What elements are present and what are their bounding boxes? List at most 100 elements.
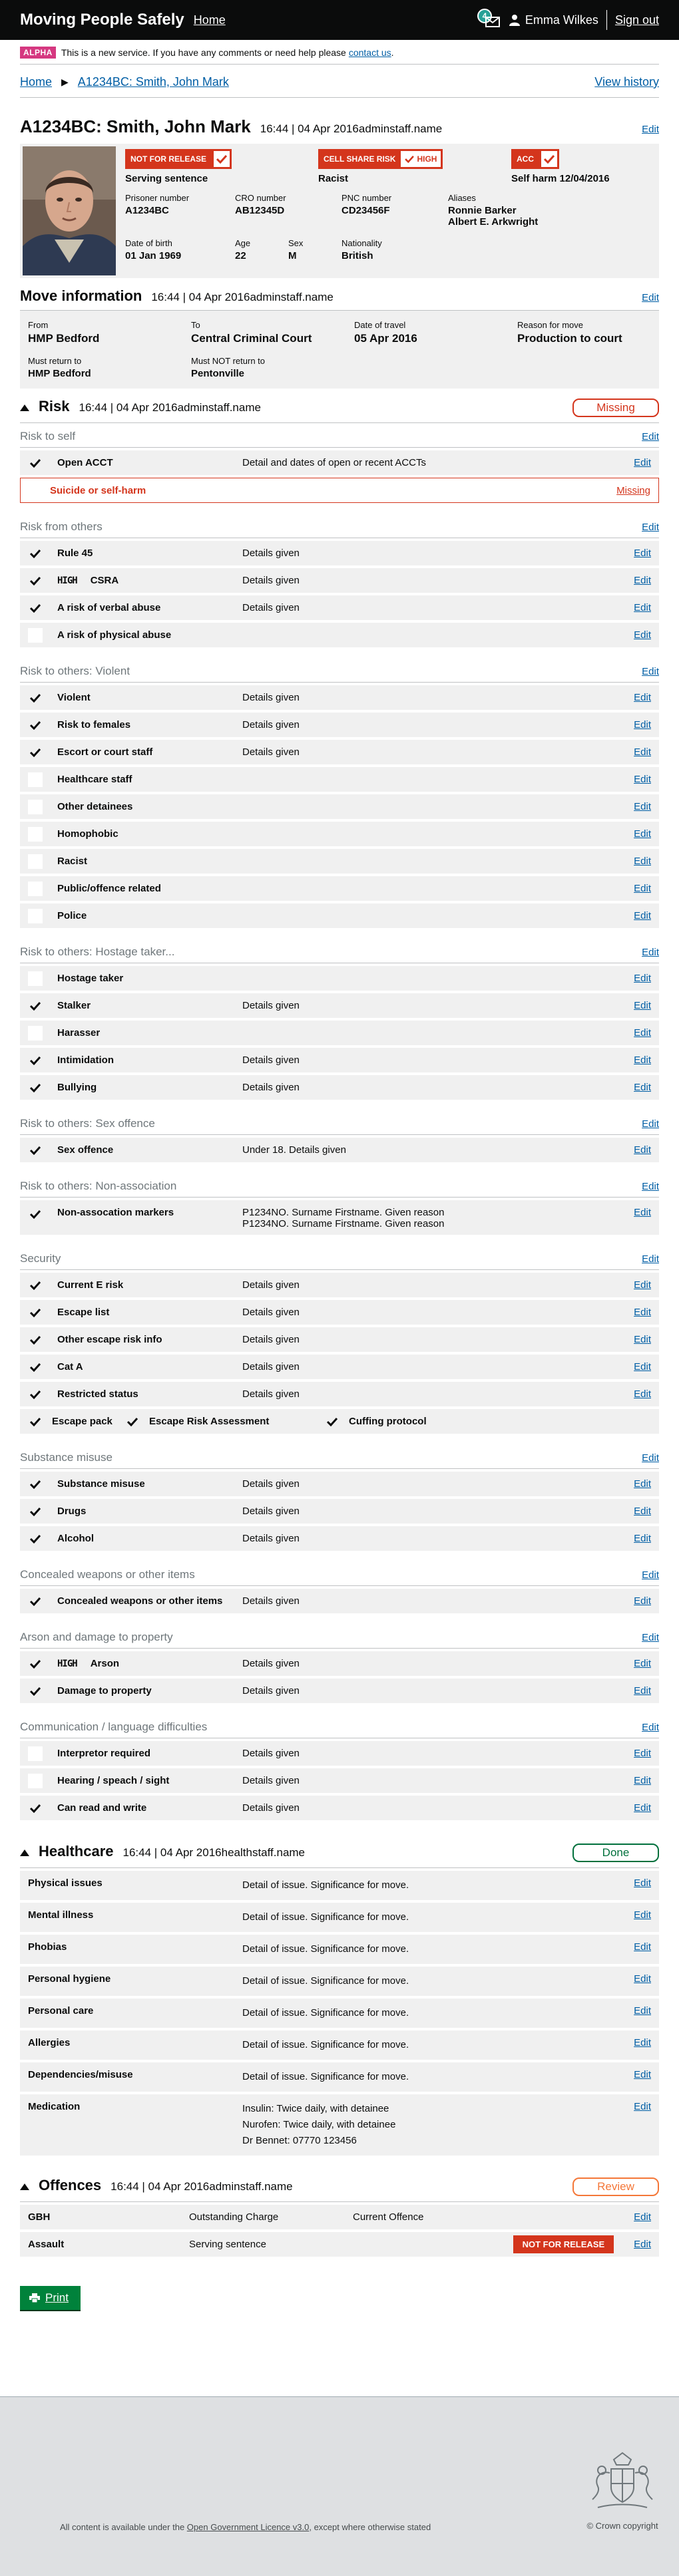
risk-edit-link[interactable]: Edit [634,1207,651,1218]
risk-edit-link[interactable]: Edit [634,1054,651,1066]
risk-subsection-arson: Arson and damage to property Edit [20,1624,659,1649]
sign-out-link[interactable]: Sign out [615,13,659,27]
licence-link[interactable]: Open Government Licence v3.0 [187,2522,310,2532]
risk-user: adminstaff.name [177,401,261,414]
risk-edit-link[interactable]: Edit [634,1144,651,1156]
risk-edit-link[interactable]: Edit [634,1000,651,1011]
risk-edit-link[interactable]: Edit [634,1388,651,1400]
empty-checkbox-icon [28,799,43,814]
risk-detail: Details given [242,1775,300,1786]
subsection-edit-link[interactable]: Edit [642,1181,659,1192]
tick-icon [28,1333,43,1347]
subsection-edit-link[interactable]: Edit [642,1253,659,1265]
empty-checkbox-icon [28,627,43,643]
risk-edit-link[interactable]: Edit [634,1595,651,1607]
collapse-triangle-icon[interactable] [20,2183,29,2190]
alert-acc: ACC Self harm 12/04/2016 [511,149,659,188]
subsection-edit-link[interactable]: Edit [642,1722,659,1733]
high-risk-marker: HIGH [57,1658,78,1669]
move-edit-link[interactable]: Edit [642,292,659,303]
tick-icon [28,456,43,470]
risk-edit-link[interactable]: Edit [634,457,651,468]
risk-edit-link[interactable]: Edit [634,629,651,641]
risk-edit-link[interactable]: Edit [634,746,651,758]
risk-edit-link[interactable]: Edit [634,1361,651,1372]
risk-edit-link[interactable]: Edit [634,602,651,613]
risk-edit-link[interactable]: Edit [634,883,651,894]
risk-edit-link[interactable]: Edit [634,1658,651,1669]
risk-detail: Details given [242,1279,300,1291]
health-edit-link[interactable]: Edit [634,1941,651,1957]
risk-edit-link[interactable]: Edit [634,1027,651,1039]
risk-row: Bullying Details given Edit [20,1075,659,1102]
subsection-edit-link[interactable]: Edit [642,522,659,533]
risk-edit-link[interactable]: Edit [634,1506,651,1517]
risk-edit-link[interactable]: Edit [634,1802,651,1814]
risk-edit-link[interactable]: Edit [634,575,651,586]
risk-edit-link[interactable]: Edit [634,1478,651,1490]
subsection-edit-link[interactable]: Edit [642,947,659,958]
offence-edit-link[interactable]: Edit [634,2239,651,2250]
subsection-edit-link[interactable]: Edit [642,666,659,677]
risk-row: A risk of physical abuse Edit [20,623,659,650]
breadcrumb-separator-icon: ▶ [61,77,69,87]
print-button[interactable]: Print [20,2286,81,2310]
tick-icon [28,1387,43,1402]
collapse-triangle-icon[interactable] [20,404,29,411]
move-user: adminstaff.name [250,291,334,303]
subsection-edit-link[interactable]: Edit [642,1632,659,1643]
health-edit-link[interactable]: Edit [634,1877,651,1893]
risk-edit-link[interactable]: Edit [634,1082,651,1093]
tick-icon [28,573,43,588]
health-edit-link[interactable]: Edit [634,2069,651,2085]
user-menu[interactable]: Emma Wilkes [509,13,598,27]
risk-edit-link[interactable]: Edit [634,910,651,921]
risk-edit-link[interactable]: Edit [634,801,651,812]
view-history-link[interactable]: View history [594,75,659,89]
offences-header[interactable]: Offences 16:44 | 04 Apr 2016 adminstaff.… [20,2168,659,2202]
health-edit-link[interactable]: Edit [634,1909,651,1925]
subsection-edit-link[interactable]: Edit [642,431,659,442]
risk-edit-link[interactable]: Edit [634,548,651,559]
profile-edit-link[interactable]: Edit [642,124,659,135]
risk-edit-link[interactable]: Edit [634,1533,651,1544]
risk-edit-link[interactable]: Edit [634,973,651,984]
health-edit-link[interactable]: Edit [634,2101,651,2149]
collapse-triangle-icon[interactable] [20,1849,29,1856]
risk-edit-link[interactable]: Edit [634,1307,651,1318]
risk-edit-link[interactable]: Edit [634,1685,651,1696]
risk-edit-link[interactable]: Edit [634,828,651,840]
risk-subsection-security: Security Edit [20,1245,659,1270]
subsection-edit-link[interactable]: Edit [642,1569,659,1581]
move-reason: Reason for move Production to court [517,320,622,345]
health-row: Personal hygiene Detail of issue. Signifi… [20,1967,659,1999]
risk-row: Interpretor required Details given Edit [20,1741,659,1768]
header-home-link[interactable]: Home [194,13,226,27]
risk-edit-link[interactable]: Edit [634,719,651,730]
health-edit-link[interactable]: Edit [634,2037,651,2053]
risk-edit-link[interactable]: Edit [634,1775,651,1786]
risk-header[interactable]: Risk 16:44 | 04 Apr 2016 adminstaff.name… [20,389,659,423]
risk-edit-link[interactable]: Edit [634,1279,651,1291]
health-row: Allergies Detail of issue. Significance f… [20,2030,659,2062]
subsection-edit-link[interactable]: Edit [642,1452,659,1464]
risk-edit-link[interactable]: Edit [634,692,651,703]
risk-edit-link[interactable]: Edit [634,774,651,785]
health-edit-link[interactable]: Edit [634,1973,651,1989]
offence-edit-link[interactable]: Edit [634,2211,651,2223]
breadcrumb-home[interactable]: Home [20,75,52,89]
contact-us-link[interactable]: contact us [349,47,391,58]
move-date: Date of travel 05 Apr 2016 [354,320,417,345]
missing-link[interactable]: Missing [616,485,650,496]
notifications-button[interactable]: 4 [477,9,500,30]
healthcare-header[interactable]: Healthcare 16:44 | 04 Apr 2016 healthsta… [20,1834,659,1868]
risk-edit-link[interactable]: Edit [634,856,651,867]
risk-edit-link[interactable]: Edit [634,1334,651,1345]
subsection-edit-link[interactable]: Edit [642,1118,659,1130]
health-edit-link[interactable]: Edit [634,2005,651,2021]
risk-row: Rule 45 Details given Edit [20,541,659,568]
risk-edit-link[interactable]: Edit [634,1748,651,1759]
printer-icon [29,2293,40,2303]
phase-banner: ALPHA This is a new service. If you have… [20,40,659,65]
breadcrumb-current[interactable]: A1234BC: Smith, John Mark [78,75,229,89]
